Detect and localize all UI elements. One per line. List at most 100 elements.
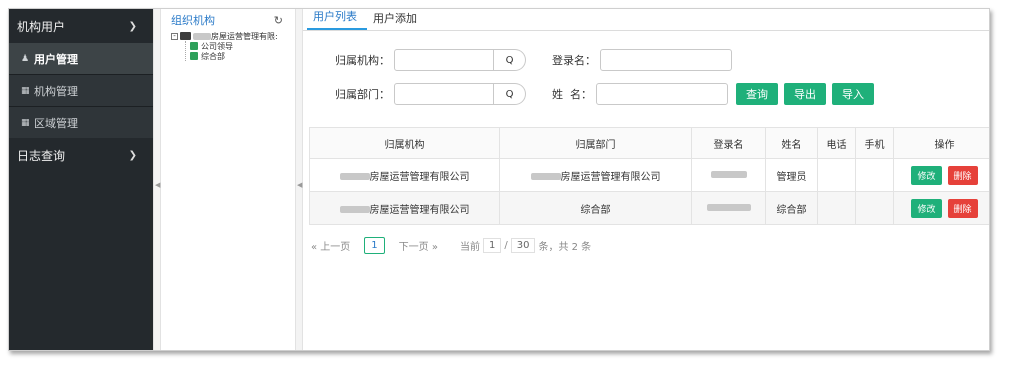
column-header: 归属部门 bbox=[499, 127, 692, 159]
sidebar-group-log-query[interactable]: 日志查询 ❯ bbox=[9, 138, 153, 172]
sidebar-group-org-users[interactable]: 机构用户 ❯ bbox=[9, 9, 153, 43]
splitter-handle[interactable]: ◀ bbox=[295, 9, 303, 350]
delete-button[interactable]: 删除 bbox=[947, 198, 978, 218]
cell-mobile bbox=[855, 158, 894, 192]
chevron-down-icon: ❯ bbox=[128, 20, 137, 32]
tree-node-leaders[interactable]: 公司领导 bbox=[190, 41, 295, 51]
sidebar-item-user-management[interactable]: ♟ 用户管理 bbox=[9, 43, 153, 74]
sidebar-item-org-management[interactable]: ▦ 机构管理 bbox=[9, 75, 153, 106]
page-size-input[interactable]: 30 bbox=[510, 237, 536, 253]
org-search-button[interactable]: Q bbox=[494, 49, 526, 71]
column-header: 姓名 bbox=[765, 127, 818, 159]
form-row-1: 归属机构： Q 登录名： bbox=[335, 49, 732, 71]
collapse-left-icon[interactable]: ◀ bbox=[297, 181, 302, 189]
cell-actions: 修改 删除 bbox=[893, 191, 989, 225]
name-label: 姓 名： bbox=[552, 88, 592, 101]
table-header-row: 归属机构 归属部门 登录名 姓名 电话 手机 操作 bbox=[309, 127, 989, 159]
sidebar-group-label: 机构用户 bbox=[17, 19, 66, 34]
column-header: 归属机构 bbox=[309, 127, 500, 159]
column-header: 登录名 bbox=[691, 127, 766, 159]
tab-bar: 用户列表 用户添加 bbox=[303, 9, 989, 31]
form-row-2: 归属部门： Q 姓 名： 查询 导出 导入 bbox=[335, 83, 874, 105]
cell-phone bbox=[817, 191, 856, 225]
cell-phone bbox=[817, 158, 856, 192]
tree-node-general-dept[interactable]: 综合部 bbox=[190, 51, 295, 61]
pager-info-pre: 当前 bbox=[459, 241, 480, 253]
sidebar-item-area-management[interactable]: ▦ 区域管理 bbox=[9, 107, 153, 138]
table-row: 房屋运营管理有限公司 综合部 综合部 修改 删除 bbox=[309, 191, 989, 225]
prev-page-link[interactable]: « 上一页 bbox=[311, 238, 350, 253]
cell-text: 房屋运营管理有限公司 bbox=[560, 171, 661, 183]
sidebar-group-label: 日志查询 bbox=[17, 148, 66, 163]
cell-dept: 房屋运营管理有限公司 bbox=[499, 158, 692, 192]
cell-actions: 修改 删除 bbox=[893, 158, 989, 192]
org-label: 归属机构： bbox=[335, 54, 390, 67]
search-icon: Q bbox=[505, 88, 514, 100]
redacted-text bbox=[530, 172, 561, 180]
main-content: 用户列表 用户添加 归属机构： Q 登录名： 归属部门： Q 姓 名： 查询 导… bbox=[303, 9, 989, 350]
pager-sep: / bbox=[504, 239, 508, 251]
app-window: 机构用户 ❯ ♟ 用户管理 ▦ 机构管理 ▦ 区域管理 日志查询 ❯ ◀ 组织机… bbox=[8, 8, 990, 351]
redacted-text bbox=[706, 203, 751, 211]
org-tree-panel: 组织机构 ↻ - 房屋运营管理有限: 公司领导 综合部 bbox=[161, 9, 295, 350]
sidebar-item-label: 用户管理 bbox=[34, 52, 78, 66]
collapse-left-icon[interactable]: ◀ bbox=[155, 181, 160, 189]
tab-user-add[interactable]: 用户添加 bbox=[367, 10, 427, 30]
redacted-text bbox=[193, 32, 211, 40]
column-header: 电话 bbox=[817, 127, 856, 159]
refresh-icon[interactable]: ↻ bbox=[274, 14, 283, 27]
dept-input[interactable] bbox=[394, 83, 494, 105]
splitter-handle[interactable]: ◀ bbox=[153, 9, 161, 350]
redacted-text bbox=[339, 172, 370, 180]
import-button[interactable]: 导入 bbox=[832, 83, 874, 105]
grid-icon: ▦ bbox=[21, 85, 30, 96]
page-number-input[interactable]: 1 bbox=[482, 237, 502, 253]
delete-button[interactable]: 删除 bbox=[947, 165, 978, 185]
query-button[interactable]: 查询 bbox=[736, 83, 778, 105]
sidebar-item-label: 区域管理 bbox=[34, 116, 78, 130]
pagination: « 上一页 1 下一页 » 当前 1 / 30 条，共 2 条 bbox=[311, 235, 591, 255]
pager-info-post: 条，共 2 条 bbox=[538, 241, 592, 253]
tab-user-list[interactable]: 用户列表 bbox=[307, 9, 367, 30]
cell-org: 房屋运营管理有限公司 bbox=[309, 158, 500, 192]
cell-dept: 综合部 bbox=[499, 191, 692, 225]
sidebar-item-label: 机构管理 bbox=[34, 84, 78, 98]
login-name-input[interactable] bbox=[600, 49, 732, 71]
cell-mobile bbox=[855, 191, 894, 225]
tree-node-root[interactable]: - 房屋运营管理有限: bbox=[171, 31, 295, 41]
sidebar: 机构用户 ❯ ♟ 用户管理 ▦ 机构管理 ▦ 区域管理 日志查询 ❯ bbox=[9, 9, 153, 350]
current-page-button[interactable]: 1 bbox=[364, 236, 385, 254]
dept-search-button[interactable]: Q bbox=[494, 83, 526, 105]
collapse-node-icon[interactable]: - bbox=[171, 32, 178, 40]
column-header: 操作 bbox=[893, 127, 989, 159]
export-button[interactable]: 导出 bbox=[784, 83, 826, 105]
cell-login bbox=[691, 158, 766, 192]
tree-header: 组织机构 ↻ bbox=[161, 9, 295, 31]
edit-button[interactable]: 修改 bbox=[911, 198, 942, 218]
cell-name: 综合部 bbox=[765, 191, 818, 225]
next-page-link[interactable]: 下一页 » bbox=[399, 238, 438, 253]
tree-node-label: 综合部 bbox=[201, 51, 225, 61]
cell-org: 房屋运营管理有限公司 bbox=[309, 191, 500, 225]
cell-login bbox=[691, 191, 766, 225]
column-header: 手机 bbox=[855, 127, 894, 159]
chevron-right-icon: ❯ bbox=[128, 149, 137, 161]
tree-title: 组织机构 bbox=[171, 14, 215, 27]
name-input[interactable] bbox=[596, 83, 728, 105]
grid-icon: ▦ bbox=[21, 117, 30, 128]
cell-text: 房屋运营管理有限公司 bbox=[369, 204, 470, 216]
dept-label: 归属部门： bbox=[335, 88, 390, 101]
redacted-text bbox=[339, 205, 370, 213]
user-icon: ♟ bbox=[21, 53, 30, 64]
folder-open-icon bbox=[180, 32, 191, 40]
group-icon bbox=[190, 42, 198, 50]
group-icon bbox=[190, 52, 198, 60]
org-input[interactable] bbox=[394, 49, 494, 71]
tree-body: - 房屋运营管理有限: 公司领导 综合部 bbox=[161, 31, 295, 61]
cell-name: 管理员 bbox=[765, 158, 818, 192]
cell-text: 房屋运营管理有限公司 bbox=[369, 171, 470, 183]
search-icon: Q bbox=[505, 54, 514, 66]
edit-button[interactable]: 修改 bbox=[911, 165, 942, 185]
tree-children: 公司领导 综合部 bbox=[185, 41, 295, 61]
login-label: 登录名： bbox=[552, 54, 596, 67]
